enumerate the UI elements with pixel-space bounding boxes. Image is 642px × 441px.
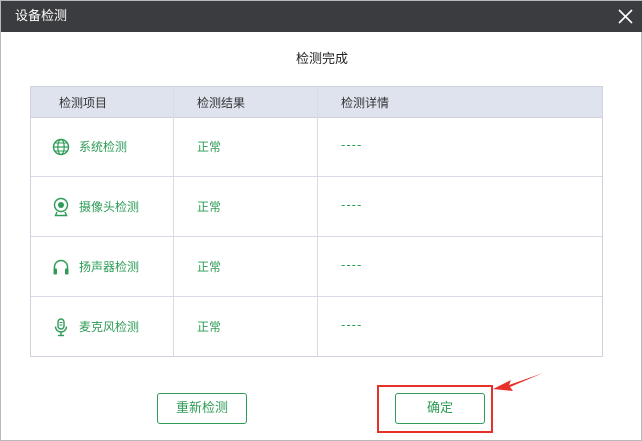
close-button[interactable]: [611, 3, 639, 30]
check-table: 检测项目 检测结果 检测详情 系统检测 正常 ---- 摄像头检测 正常 ---…: [30, 86, 603, 357]
header-item: 检测项目: [59, 96, 108, 110]
microphone-icon: [54, 318, 68, 337]
table-row: 麦克风检测 正常 ----: [31, 297, 602, 357]
item-name: 系统检测: [79, 140, 128, 154]
item-result: 正常: [197, 320, 222, 334]
close-icon: [618, 9, 633, 24]
title-bar: 设备检测: [1, 1, 642, 32]
device-check-dialog: 设备检测 检测完成 检测项目 检测结果 检测详情 系统检测 正常 ---- 摄像…: [0, 0, 642, 441]
dialog-title: 设备检测: [15, 9, 68, 24]
item-result: 正常: [197, 260, 222, 274]
webcam-icon: [53, 197, 69, 217]
item-name: 麦克风检测: [79, 320, 140, 334]
item-detail: ----: [341, 318, 363, 332]
item-result: 正常: [197, 200, 222, 214]
annotation-highlight-box: [377, 385, 493, 433]
header-result: 检测结果: [197, 96, 246, 110]
item-detail: ----: [341, 258, 363, 272]
item-result: 正常: [197, 140, 222, 154]
item-detail: ----: [341, 138, 363, 152]
item-name: 摄像头检测: [79, 200, 140, 214]
globe-icon: [52, 138, 70, 156]
result-heading: 检测完成: [295, 52, 348, 67]
item-name: 扬声器检测: [79, 260, 140, 274]
annotation-arrow-icon: [493, 373, 543, 391]
table-row: 系统检测 正常 ----: [31, 117, 602, 177]
table-row: 摄像头检测 正常 ----: [31, 177, 602, 237]
headphones-icon: [53, 259, 69, 275]
retest-button[interactable]: 重新检测: [157, 393, 247, 424]
table-row: 扬声器检测 正常 ----: [31, 237, 602, 297]
header-detail: 检测详情: [341, 96, 390, 110]
item-detail: ----: [341, 198, 363, 212]
